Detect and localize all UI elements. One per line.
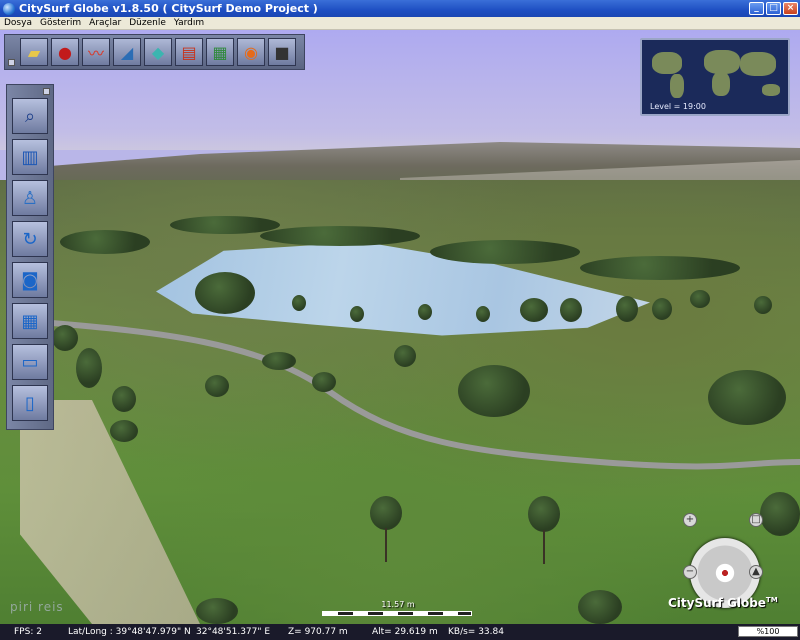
left-toolbar-lock-icon[interactable] [43, 88, 50, 95]
tree-line [430, 240, 580, 264]
walking-path [40, 319, 800, 470]
tree [652, 298, 672, 320]
world-minimap[interactable]: Level = 19:00 [640, 38, 790, 116]
tree [476, 306, 490, 322]
pushpin-icon[interactable]: ● [51, 38, 79, 66]
minimap-land [652, 52, 682, 74]
window-title: CitySurf Globe v1.8.50 ( CitySurf Demo P… [19, 2, 318, 15]
zoom-out-button[interactable]: − [683, 565, 697, 579]
tree [292, 295, 306, 311]
minimap-land [762, 84, 780, 96]
tree [616, 296, 638, 322]
minimap-land [670, 74, 684, 98]
tree [112, 386, 136, 412]
top-toolbar: ▰ ● 〰 ◢ ◆ ▤ ▦ ◉ ■ [4, 34, 305, 70]
piri-reis-watermark: piri reis [10, 600, 64, 614]
toolbar-lock-icon[interactable] [8, 59, 15, 66]
tree-trunk [543, 530, 545, 564]
tree [205, 375, 229, 397]
minimap-land [740, 52, 776, 76]
tree-line [260, 226, 420, 246]
title-bar: CitySurf Globe v1.8.50 ( CitySurf Demo P… [0, 0, 800, 17]
tree [110, 420, 138, 442]
zoom-in-button[interactable]: + [683, 513, 697, 527]
tree [262, 352, 296, 370]
scale-graphic [322, 611, 472, 616]
tree [708, 370, 786, 425]
left-toolbar: ⌕ ▥ ♙ ↻ ◙ ▦ ▭ ▯ [6, 84, 54, 430]
chart-line-icon[interactable]: 〰 [82, 38, 110, 66]
kbs-readout: KB/s= 33.84 [448, 627, 504, 637]
tree [520, 298, 548, 322]
compass-center-icon[interactable] [718, 566, 732, 580]
tree [76, 348, 102, 388]
camera-icon[interactable]: ■ [268, 38, 296, 66]
tree [760, 492, 800, 536]
menu-gosterim[interactable]: Gösterim [36, 18, 85, 28]
tree [528, 496, 560, 532]
status-bar: FPS: 2 Lat/Long : 39°48'47.979" N 32°48'… [0, 624, 800, 640]
layer-pen-icon[interactable]: ◢ [113, 38, 141, 66]
book-icon[interactable]: ▤ [175, 38, 203, 66]
tree [754, 296, 772, 314]
close-button[interactable]: × [783, 2, 798, 15]
minimap-land [712, 72, 730, 96]
tree-line [580, 256, 740, 280]
menu-bar: Dosya Gösterim Araçlar Düzenle Yardım [0, 17, 800, 30]
z-readout: Z= 970.77 m [288, 627, 348, 637]
progress-indicator: %100 [738, 626, 798, 637]
tree [394, 345, 416, 367]
tree [195, 272, 255, 314]
tree [196, 598, 238, 624]
tree [458, 365, 530, 417]
tree-line [170, 216, 280, 234]
rotate-icon[interactable]: ↻ [12, 221, 48, 257]
latitude-readout: Lat/Long : 39°48'47.979" N [68, 627, 191, 637]
maximize-button[interactable]: □ [766, 2, 781, 15]
building-icon[interactable]: ▥ [12, 139, 48, 175]
menu-araclar[interactable]: Araçlar [85, 18, 125, 28]
fps-readout: FPS: 2 [14, 627, 42, 637]
printer-icon[interactable]: ▭ [12, 344, 48, 380]
menu-dosya[interactable]: Dosya [0, 18, 36, 28]
tree [312, 372, 336, 392]
minimize-button[interactable]: _ [749, 2, 764, 15]
tree [418, 304, 432, 320]
clipboard-icon[interactable]: ▯ [12, 385, 48, 421]
tilt-button[interactable]: ▲ [749, 565, 763, 579]
grid-icon[interactable]: ▦ [206, 38, 234, 66]
tree [578, 590, 622, 624]
menu-duzenle[interactable]: Düzenle [125, 18, 170, 28]
photo-camera-icon[interactable]: ◙ [12, 262, 48, 298]
tree-line [60, 230, 150, 254]
scale-bar: 11.57 m [322, 600, 474, 620]
diamond-layer-icon[interactable]: ◆ [144, 38, 172, 66]
magnifier-icon[interactable]: ⌕ [12, 98, 48, 134]
tree [52, 325, 78, 351]
scale-label: 11.57 m [381, 600, 415, 609]
rss-icon[interactable]: ◉ [237, 38, 265, 66]
globe-viewport[interactable]: + □ − ▲ CitySurf GlobeTM piri reis 11.57… [0, 30, 800, 624]
longitude-readout: 32°48'51.377" E [196, 627, 271, 637]
app-globe-icon [3, 2, 15, 15]
fullscreen-button[interactable]: □ [749, 513, 763, 527]
person-icon[interactable]: ♙ [12, 180, 48, 216]
calculator-icon[interactable]: ▦ [12, 303, 48, 339]
menu-yardim[interactable]: Yardım [170, 18, 208, 28]
tree [560, 298, 582, 322]
folder-icon[interactable]: ▰ [20, 38, 48, 66]
tree [370, 496, 402, 530]
minimap-land [704, 50, 740, 74]
tree [350, 306, 364, 322]
altitude-readout: Alt= 29.619 m [372, 627, 438, 637]
minimap-level-label: Level = 19:00 [650, 102, 706, 111]
tree-trunk [385, 528, 387, 562]
brand-logo: CitySurf GlobeTM [668, 596, 778, 610]
tree [690, 290, 710, 308]
